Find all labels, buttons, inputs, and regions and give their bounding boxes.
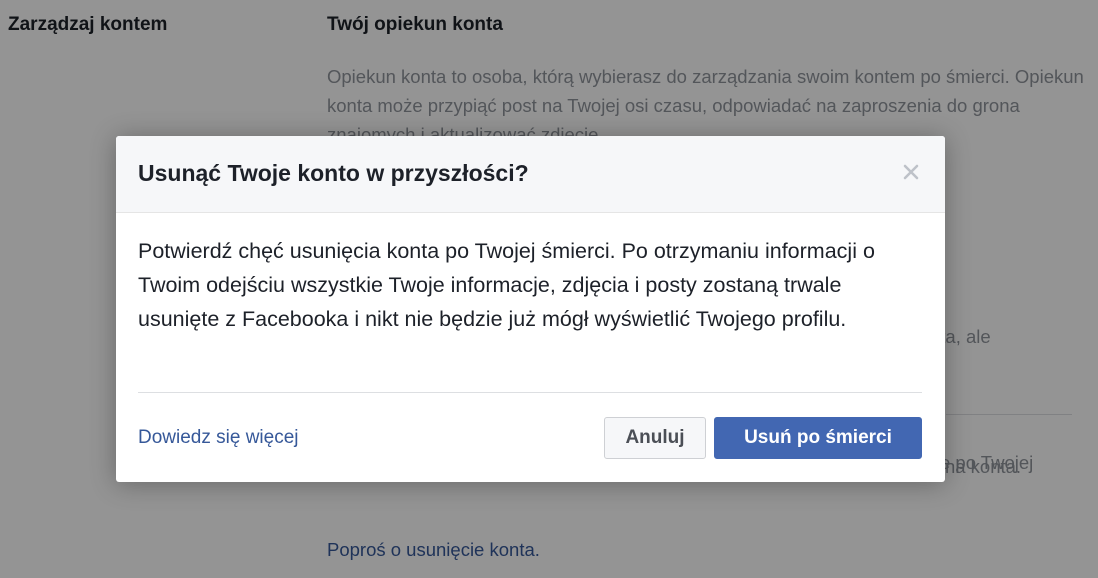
delete-after-death-dialog: Usunąć Twoje konto w przyszłości? Potwie… [116, 136, 945, 482]
delete-after-death-button[interactable]: Usuń po śmierci [714, 417, 922, 459]
dialog-header: Usunąć Twoje konto w przyszłości? [116, 136, 945, 213]
dialog-divider [138, 392, 922, 393]
close-icon [903, 164, 919, 180]
cancel-button[interactable]: Anuluj [604, 417, 706, 459]
dialog-message: Potwierdź chęć usunięcia konta po Twojej… [138, 239, 875, 331]
dialog-title: Usunąć Twoje konto w przyszłości? [138, 160, 529, 186]
close-button[interactable] [897, 158, 925, 186]
learn-more-link[interactable]: Dowiedz się więcej [138, 427, 299, 449]
